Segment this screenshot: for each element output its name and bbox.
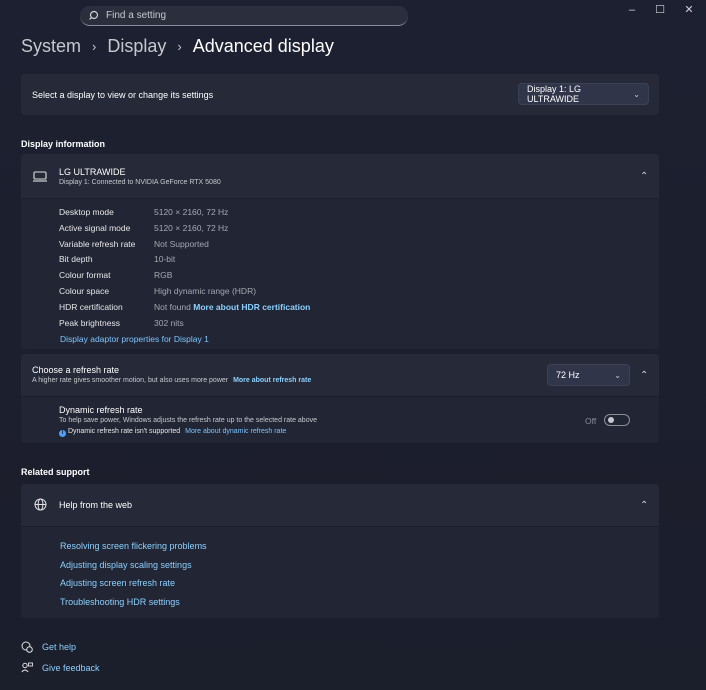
refresh-rate-desc: A higher rate gives smoother motion, but… bbox=[32, 377, 311, 384]
related-support-header: Related support bbox=[21, 467, 90, 477]
help-link-scaling[interactable]: Adjusting display scaling settings bbox=[60, 560, 192, 570]
get-help-link[interactable]: Get help bbox=[21, 641, 76, 653]
help-from-web-header[interactable]: Help from the web ⌃ bbox=[21, 484, 659, 526]
info-label-colour-format: Colour format bbox=[59, 270, 111, 280]
info-value-hdr-cert: Not found More about HDR certification bbox=[154, 302, 310, 312]
display-select-label: Select a display to view or change its s… bbox=[32, 90, 214, 100]
help-from-web-title: Help from the web bbox=[59, 500, 133, 510]
refresh-rate-value: 72 Hz bbox=[556, 370, 580, 380]
dynamic-refresh-link[interactable]: More about dynamic refresh rate bbox=[185, 428, 286, 435]
chevron-right-icon: › bbox=[92, 39, 97, 54]
display-dropdown[interactable]: Display 1: LG ULTRAWIDE ⌄ bbox=[518, 83, 649, 105]
chevron-up-icon[interactable]: ⌃ bbox=[640, 171, 648, 182]
info-label-bit-depth: Bit depth bbox=[59, 254, 93, 264]
adapter-properties-link[interactable]: Display adaptor properties for Display 1 bbox=[60, 334, 209, 344]
info-value-vrr: Not Supported bbox=[154, 239, 209, 249]
close-button[interactable]: ✕ bbox=[679, 3, 699, 17]
search-input[interactable]: Find a setting bbox=[80, 6, 408, 26]
info-label-vrr: Variable refresh rate bbox=[59, 239, 136, 249]
give-feedback-link[interactable]: Give feedback bbox=[21, 662, 100, 674]
refresh-rate-desc-text: A higher rate gives smoother motion, but… bbox=[32, 377, 229, 384]
chevron-right-icon: › bbox=[177, 39, 182, 54]
chevron-down-icon: ⌄ bbox=[633, 89, 640, 99]
search-placeholder: Find a setting bbox=[106, 10, 167, 21]
info-value-colour-format: RGB bbox=[154, 270, 173, 280]
info-label-active-signal: Active signal mode bbox=[59, 223, 131, 233]
info-value-peak-brightness: 302 nits bbox=[154, 318, 184, 328]
refresh-rate-title: Choose a refresh rate bbox=[32, 365, 120, 375]
dynamic-refresh-desc: To help save power, Windows adjusts the … bbox=[59, 417, 317, 424]
info-value-desktop-mode: 5120 × 2160, 72 Hz bbox=[154, 207, 229, 217]
info-value-active-signal: 5120 × 2160, 72 Hz bbox=[154, 223, 229, 233]
refresh-rate-card: Choose a refresh rate A higher rate give… bbox=[21, 354, 659, 396]
chevron-down-icon: ⌄ bbox=[614, 370, 621, 380]
info-value-bit-depth: 10-bit bbox=[154, 254, 176, 264]
chevron-up-icon[interactable]: ⌃ bbox=[640, 370, 648, 381]
search-icon bbox=[89, 10, 99, 20]
dynamic-refresh-title: Dynamic refresh rate bbox=[59, 405, 143, 415]
breadcrumb-display[interactable]: Display bbox=[107, 36, 166, 57]
maximize-button[interactable]: ☐ bbox=[650, 3, 670, 17]
dynamic-refresh-section: Dynamic refresh rate To help save power,… bbox=[21, 397, 659, 443]
dynamic-refresh-note-text: Dynamic refresh rate isn't supported bbox=[67, 428, 181, 435]
get-help-label: Get help bbox=[42, 642, 77, 652]
refresh-rate-link[interactable]: More about refresh rate bbox=[233, 377, 311, 384]
globe-icon bbox=[34, 498, 47, 511]
give-feedback-label: Give feedback bbox=[42, 663, 100, 673]
breadcrumb-system[interactable]: System bbox=[21, 36, 81, 57]
info-label-desktop-mode: Desktop mode bbox=[59, 207, 114, 217]
info-label-hdr-cert: HDR certification bbox=[59, 302, 123, 312]
refresh-rate-dropdown[interactable]: 72 Hz ⌄ bbox=[547, 364, 630, 386]
help-chat-icon bbox=[21, 641, 33, 653]
breadcrumb: System › Display › Advanced display bbox=[21, 36, 334, 57]
monitor-header[interactable]: LG ULTRAWIDE Display 1: Connected to NVI… bbox=[21, 154, 659, 198]
page-title: Advanced display bbox=[192, 36, 334, 56]
monitor-subtitle: Display 1: Connected to NVIDIA GeForce R… bbox=[59, 179, 221, 186]
info-value-colour-space: High dynamic range (HDR) bbox=[154, 286, 257, 296]
minimize-button[interactable]: – bbox=[622, 3, 642, 17]
display-info-header: Display information bbox=[21, 139, 106, 149]
dynamic-refresh-toggle[interactable] bbox=[604, 414, 630, 426]
help-link-hdr[interactable]: Troubleshooting HDR settings bbox=[60, 597, 180, 607]
info-label-peak-brightness: Peak brightness bbox=[59, 318, 120, 328]
help-link-refresh-rate[interactable]: Adjusting screen refresh rate bbox=[60, 578, 175, 588]
monitor-name: LG ULTRAWIDE bbox=[59, 167, 126, 177]
help-link-flickering[interactable]: Resolving screen flickering problems bbox=[60, 541, 207, 551]
toggle-knob bbox=[608, 417, 614, 423]
chevron-up-icon[interactable]: ⌃ bbox=[640, 500, 648, 511]
hdr-cert-status: Not found bbox=[154, 302, 191, 312]
display-dropdown-value: Display 1: LG ULTRAWIDE bbox=[527, 84, 582, 104]
monitor-icon bbox=[33, 171, 47, 182]
hdr-cert-link[interactable]: More about HDR certification bbox=[193, 302, 310, 312]
display-select-card: Select a display to view or change its s… bbox=[21, 74, 659, 115]
dynamic-refresh-note: i Dynamic refresh rate isn't supported M… bbox=[59, 428, 286, 437]
feedback-icon bbox=[21, 662, 33, 673]
toggle-state-label: Off bbox=[585, 416, 597, 426]
info-label-colour-space: Colour space bbox=[59, 286, 110, 296]
info-icon: i bbox=[59, 430, 66, 437]
